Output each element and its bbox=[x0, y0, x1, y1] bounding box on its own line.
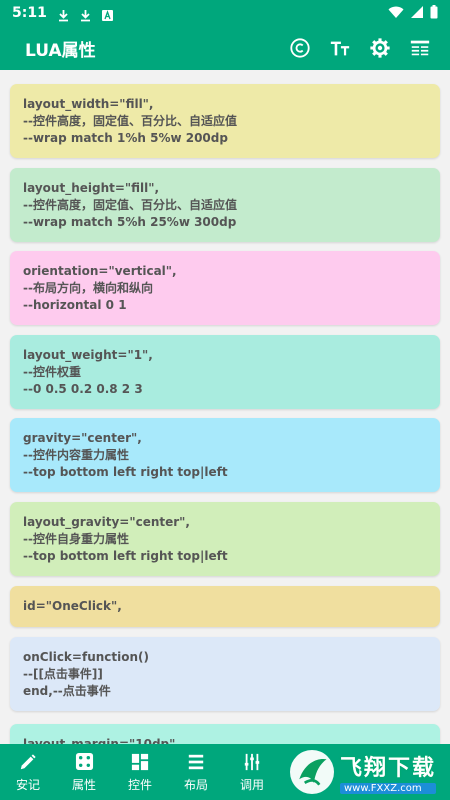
card-code-line: layout_width="fill", bbox=[23, 97, 154, 111]
card-code-line: gravity="center", bbox=[23, 431, 142, 445]
card-code-line: layout_margin="10dp", bbox=[23, 737, 180, 744]
watermark-url: www.FXXZ.com bbox=[340, 783, 437, 794]
attribute-card-layout-width[interactable]: layout_width="fill", --控件高度，固定值、百分比、自适应值… bbox=[10, 84, 440, 158]
attribute-card-layout-weight[interactable]: layout_weight="1", --控件权重 --0 0.5 0.2 0.… bbox=[10, 335, 440, 409]
attribute-card-layout-height[interactable]: layout_height="fill", --控件高度，固定值、百分比、自适应… bbox=[10, 168, 440, 242]
attribute-card-layout-gravity[interactable]: layout_gravity="center", --控件自身重力属性 --to… bbox=[10, 502, 440, 576]
attribute-card-onclick[interactable]: onClick=function() --[[点击事件]] end,--点击事件 bbox=[10, 637, 440, 711]
card-code-line: onClick=function() bbox=[23, 650, 149, 664]
status-time: 5:11 bbox=[12, 5, 47, 21]
card-comment-line: --[[点击事件]] bbox=[23, 667, 103, 681]
signal-icon bbox=[410, 4, 424, 23]
page-title: LUA属性 bbox=[25, 40, 96, 61]
card-values-line: --horizontal 0 1 bbox=[23, 298, 127, 312]
card-code-line: layout_height="fill", bbox=[23, 181, 160, 195]
card-comment-line: --控件内容重力属性 bbox=[23, 448, 129, 462]
menu-icon[interactable] bbox=[408, 36, 432, 60]
download-icon bbox=[57, 7, 70, 21]
nav-label: 控件 bbox=[127, 777, 152, 792]
download-icon bbox=[79, 7, 92, 21]
site-watermark: 飞翔下载 www.FXXZ.com bbox=[284, 744, 450, 800]
list-icon bbox=[186, 752, 206, 772]
attribute-card-gravity[interactable]: gravity="center", --控件内容重力属性 --top botto… bbox=[10, 418, 440, 492]
battery-icon bbox=[430, 4, 438, 23]
card-code-line: id="OneClick", bbox=[23, 599, 122, 613]
card-values-line: end,--点击事件 bbox=[23, 684, 111, 698]
card-code-line: layout_gravity="center", bbox=[23, 515, 190, 529]
card-code-line: layout_weight="1", bbox=[23, 348, 153, 362]
card-comment-line: --控件高度，固定值、百分比、自适应值 bbox=[23, 198, 237, 212]
nav-item-attributes[interactable]: 属性 bbox=[56, 744, 112, 800]
settings-gear-icon[interactable] bbox=[368, 36, 392, 60]
dice-icon bbox=[74, 752, 94, 772]
text-size-icon[interactable] bbox=[328, 36, 352, 60]
nav-label: 安记 bbox=[15, 777, 40, 792]
card-comment-line: --布局方向，横向和纵向 bbox=[23, 281, 153, 295]
wifi-icon bbox=[388, 4, 404, 23]
attribute-list: layout_width="fill", --控件高度，固定值、百分比、自适应值… bbox=[0, 70, 450, 744]
nav-item-layout[interactable]: 布局 bbox=[168, 744, 224, 800]
app-notification-icon bbox=[101, 7, 114, 21]
nav-label: 属性 bbox=[71, 777, 96, 792]
status-bar: 5:11 bbox=[0, 0, 450, 26]
card-comment-line: --控件自身重力属性 bbox=[23, 532, 129, 546]
pencil-icon bbox=[18, 752, 38, 772]
grid-icon bbox=[130, 752, 150, 772]
attribute-card-id[interactable]: id="OneClick", bbox=[10, 586, 440, 627]
card-values-line: --wrap match 1%h 5%w 200dp bbox=[23, 131, 228, 145]
copyright-icon[interactable] bbox=[288, 36, 312, 60]
card-code-line: orientation="vertical", bbox=[23, 264, 177, 278]
app-bar: LUA属性 bbox=[0, 26, 450, 70]
card-comment-line: --控件高度，固定值、百分比、自适应值 bbox=[23, 114, 237, 128]
card-values-line: --0 0.5 0.2 0.8 2 3 bbox=[23, 382, 143, 396]
card-values-line: --top bottom left right top|left bbox=[23, 465, 228, 479]
card-comment-line: --控件权重 bbox=[23, 365, 81, 379]
card-values-line: --wrap match 5%h 25%w 300dp bbox=[23, 215, 237, 229]
sliders-icon bbox=[242, 752, 262, 772]
watermark-text: 飞翔下载 bbox=[340, 756, 437, 781]
nav-item-call[interactable]: 调用 bbox=[224, 744, 280, 800]
watermark-logo-icon bbox=[290, 750, 334, 794]
card-values-line: --top bottom left right top|left bbox=[23, 549, 228, 563]
attribute-card-orientation[interactable]: orientation="vertical", --布局方向，横向和纵向 --h… bbox=[10, 251, 440, 325]
nav-item-widgets[interactable]: 控件 bbox=[112, 744, 168, 800]
nav-label: 布局 bbox=[183, 777, 208, 792]
attribute-card-layout-margin[interactable]: layout_margin="10dp", bbox=[10, 724, 440, 744]
nav-label: 调用 bbox=[239, 777, 264, 792]
nav-item-anji[interactable]: 安记 bbox=[0, 744, 56, 800]
